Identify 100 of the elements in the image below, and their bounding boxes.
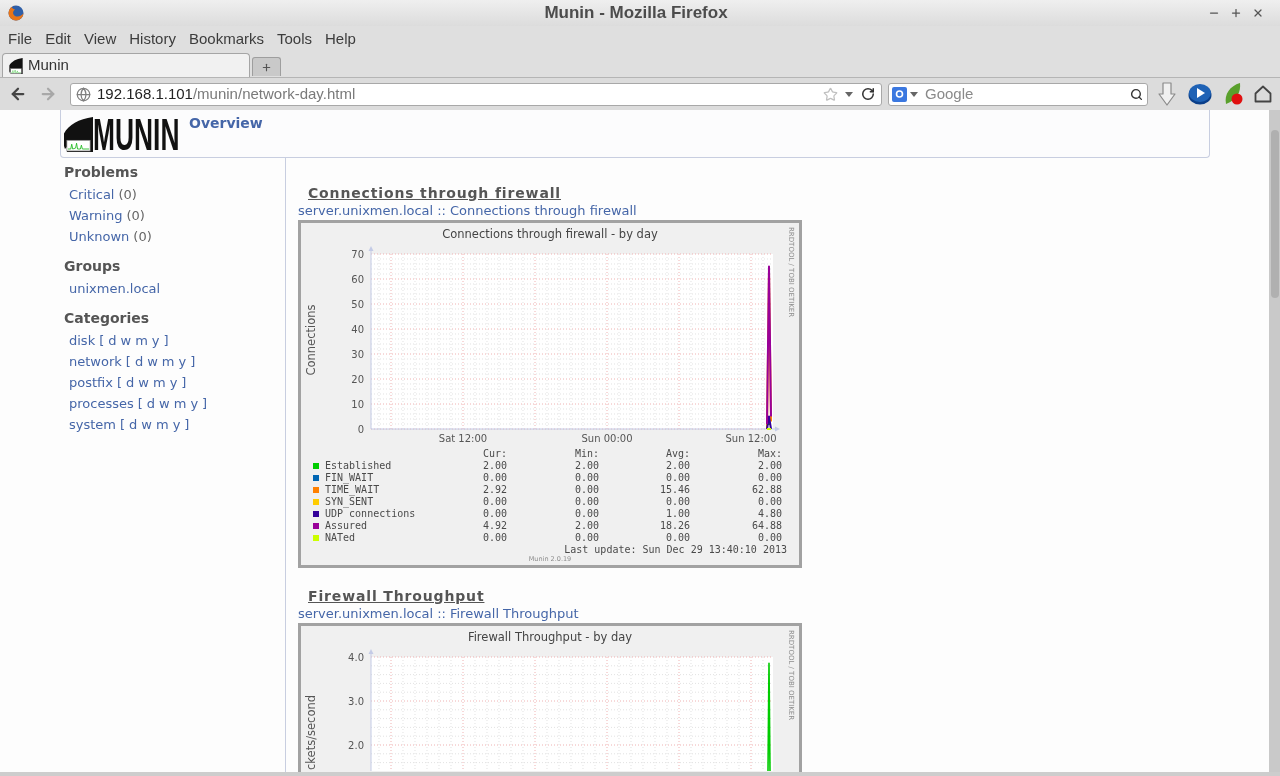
logo-icon: [64, 117, 93, 152]
period-link[interactable]: m: [161, 351, 175, 372]
download-arrow-icon[interactable]: [1158, 82, 1176, 106]
legend-value: 0.00: [665, 496, 690, 508]
period-link[interactable]: w: [141, 414, 152, 435]
legend-label: NATed: [325, 532, 356, 544]
menu-item[interactable]: Bookmarks: [188, 27, 264, 51]
separator-text: ::: [437, 605, 446, 624]
period-link[interactable]: d: [134, 351, 144, 372]
browser-tab[interactable]: Munin: [2, 53, 250, 77]
period-link[interactable]: d: [108, 330, 117, 351]
menu-item[interactable]: Edit: [45, 27, 72, 51]
period-link[interactable]: m: [135, 330, 148, 351]
sidebar-link[interactable]: system: [69, 414, 116, 435]
legend-value: 1.00: [665, 508, 690, 520]
search-icon[interactable]: [1130, 87, 1143, 101]
legend-value: 2.00: [574, 460, 599, 472]
y-tick-label: 50: [351, 298, 364, 310]
address-field[interactable]: 192.168.1.101/munin/network-day.html: [70, 82, 882, 106]
legend-value: 0.00: [574, 532, 599, 544]
reload-icon[interactable]: [861, 87, 875, 101]
sidebar-heading: Groups: [64, 256, 121, 276]
count-text: (0): [126, 206, 145, 225]
graph-heading-link[interactable]: Firewall Throughput: [308, 585, 485, 607]
legend-column-header: Avg:: [665, 448, 690, 460]
caret-icon[interactable]: [910, 91, 918, 97]
sidebar-link[interactable]: disk: [69, 330, 96, 351]
x-tick-label: Sat 12:00: [438, 433, 488, 444]
caret-icon[interactable]: [845, 91, 853, 97]
sidebar-link[interactable]: postfix: [69, 372, 113, 393]
legend-column-header: Cur:: [482, 448, 507, 460]
period-link[interactable]: m: [173, 393, 187, 414]
new-tab-button[interactable]: [252, 57, 281, 76]
sidebar-link[interactable]: processes: [69, 393, 134, 414]
period-link[interactable]: y: [151, 330, 160, 351]
y-tick-label: 20: [351, 373, 364, 385]
y-tick-label: 10: [351, 398, 364, 410]
y-tick-label: 70: [351, 248, 364, 260]
legend-value: 2.00: [574, 520, 599, 532]
legend-value: 4.80: [757, 508, 782, 520]
x-tick-label: Sun 00:00: [581, 433, 633, 444]
period-link[interactable]: d: [126, 372, 135, 393]
menu-item[interactable]: Help: [325, 27, 356, 51]
legend-value: 0.00: [482, 496, 507, 508]
search-engine-icon[interactable]: [892, 86, 907, 102]
period-link[interactable]: w: [159, 393, 170, 414]
globe-icon: [76, 86, 91, 102]
sidebar-link[interactable]: Warning: [69, 205, 123, 226]
bracket-text: [: [125, 352, 131, 371]
last-update-text: Last update: Sun Dec 29 13:40:10 2013: [564, 544, 787, 556]
scrollbar-thumb[interactable]: [1270, 130, 1279, 298]
period-link[interactable]: m: [156, 414, 169, 435]
host-link[interactable]: server.unixmen.local: [298, 604, 434, 624]
graph-link[interactable]: Firewall Throughput: [449, 604, 579, 624]
bracket-text: ]: [190, 352, 196, 371]
legend-value: 4.92: [482, 520, 507, 532]
menu-item[interactable]: File: [8, 27, 33, 51]
graph-link[interactable]: Connections through firewall: [449, 201, 637, 221]
y-tick-label: 0: [357, 423, 364, 435]
menu-item[interactable]: Tools: [277, 27, 312, 51]
count-text: (0): [133, 227, 152, 246]
legend-value: 0.00: [574, 484, 599, 496]
legend-value: 64.88: [751, 520, 782, 532]
host-link[interactable]: server.unixmen.local: [298, 201, 434, 221]
sidebar-link[interactable]: network: [69, 351, 122, 372]
window-title: Munin - Mozilla Firefox: [544, 2, 728, 25]
home-icon[interactable]: [1254, 85, 1272, 103]
sidebar-link[interactable]: Unknown: [69, 226, 130, 247]
period-link[interactable]: y: [178, 351, 187, 372]
legend-value: 2.00: [665, 460, 690, 472]
play-disc-icon[interactable]: [1188, 83, 1212, 105]
period-link[interactable]: d: [129, 414, 138, 435]
period-link[interactable]: d: [146, 393, 156, 414]
menu-item[interactable]: View: [84, 27, 117, 51]
period-link[interactable]: y: [169, 372, 178, 393]
period-link[interactable]: m: [152, 372, 166, 393]
sidebar-link[interactable]: unixmen.local: [69, 278, 161, 299]
header-link[interactable]: Overview: [189, 114, 263, 132]
menu-item[interactable]: History: [129, 27, 176, 51]
x-tick-label: Sun 12:00: [725, 433, 777, 444]
period-link[interactable]: y: [190, 393, 199, 414]
period-link[interactable]: w: [147, 351, 158, 372]
close-icon[interactable]: [1252, 7, 1264, 19]
y-tick-label: 30: [351, 348, 364, 360]
period-link[interactable]: w: [138, 372, 149, 393]
graph-heading-link[interactable]: Connections through firewall: [308, 182, 561, 204]
legend-value: 0.00: [665, 472, 690, 484]
period-link[interactable]: w: [120, 330, 132, 351]
period-link[interactable]: y: [172, 414, 181, 435]
maximize-icon[interactable]: [1230, 7, 1242, 19]
legend-value: 0.00: [574, 472, 599, 484]
legend-label: Assured: [325, 520, 368, 532]
search-box[interactable]: Google: [888, 82, 1148, 106]
bookmark-star-icon[interactable]: [823, 86, 838, 102]
bracket-text: [: [99, 331, 105, 350]
search-field[interactable]: Google: [925, 82, 1126, 106]
sidebar-heading: Categories: [64, 308, 150, 328]
sidebar-link[interactable]: Critical: [69, 184, 115, 205]
y-tick-label: 40: [351, 323, 364, 335]
y-tick-label: 2.0: [348, 739, 364, 751]
